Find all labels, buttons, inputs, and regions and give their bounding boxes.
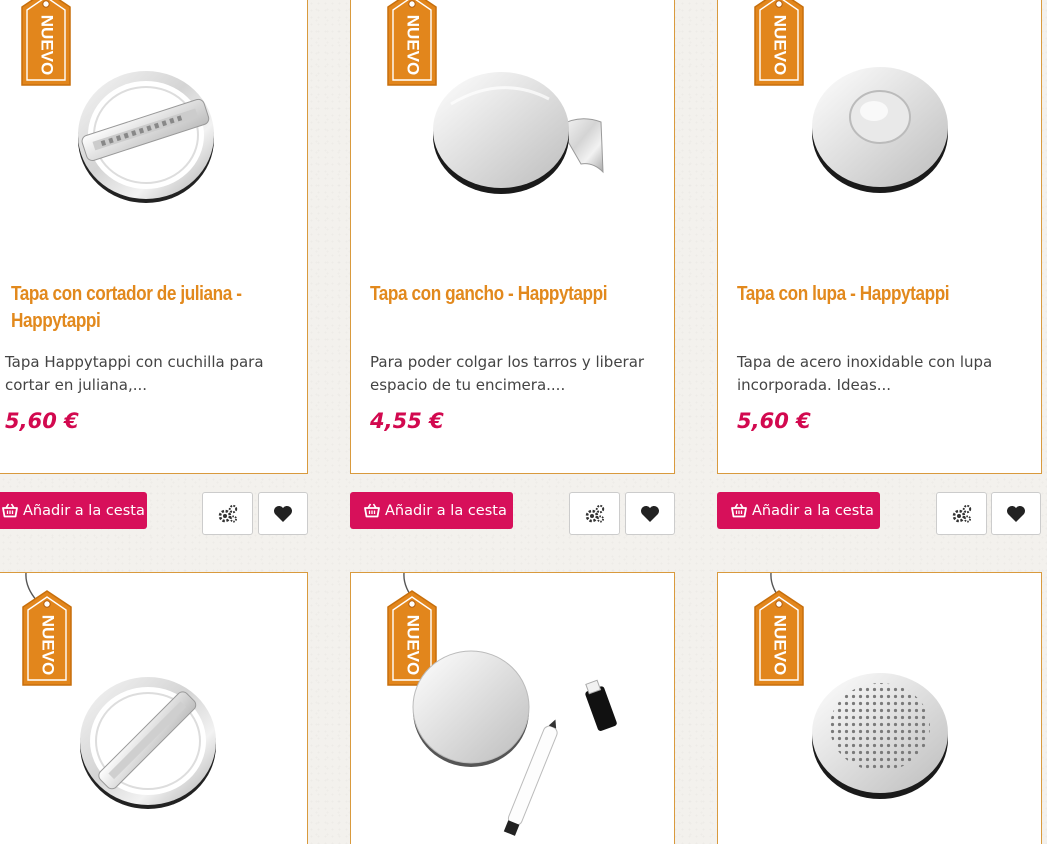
product-title-line[interactable]: Happytappi: [11, 308, 303, 335]
product-description: Tapa de acero inoxidable con lupa incorp…: [737, 351, 1029, 397]
product-image: [812, 673, 948, 799]
new-badge-label: NUEVO: [39, 615, 58, 675]
product-title-line[interactable]: Tapa con lupa - Happytappi: [737, 281, 1029, 308]
heart-icon: [1007, 505, 1025, 522]
new-badge: NUEVO: [754, 0, 804, 86]
add-to-cart-label: Añadir a la cesta: [23, 502, 145, 519]
description-line: cortar en juliana,...: [5, 376, 148, 394]
compare-button[interactable]: [202, 492, 253, 535]
product-title[interactable]: Tapa con gancho - Happytappi: [370, 281, 662, 308]
add-to-cart-button[interactable]: Añadir a la cesta: [717, 492, 880, 529]
add-to-cart-label: Añadir a la cesta: [752, 502, 874, 519]
description-line: Tapa Happytappi con cuchilla para: [5, 353, 264, 371]
basket-icon: [2, 503, 18, 518]
add-to-cart-button[interactable]: Añadir a la cesta: [350, 492, 513, 529]
add-to-cart-button[interactable]: Añadir a la cesta: [0, 492, 147, 529]
new-badge: NUEVO: [21, 0, 71, 86]
new-badge-label: NUEVO: [38, 15, 57, 75]
wishlist-button[interactable]: [258, 492, 308, 535]
product-image: [80, 677, 216, 809]
wishlist-button[interactable]: [625, 492, 675, 535]
product-title[interactable]: Tapa con lupa - Happytappi: [737, 281, 1029, 308]
product-image: [812, 67, 948, 193]
gears-icon: [952, 504, 971, 522]
product-card[interactable]: NUEVO Tapa con cortador de juliana - Hap…: [0, 0, 308, 474]
compare-button[interactable]: [936, 492, 987, 535]
wishlist-button[interactable]: [991, 492, 1041, 535]
product-title[interactable]: Tapa con cortador de juliana - Happytapp…: [11, 281, 303, 335]
gears-icon: [218, 504, 237, 522]
gears-icon: [585, 504, 604, 522]
description-line: Para poder colgar los tarros y liberar: [370, 353, 645, 371]
product-price: 5,60 €: [5, 409, 79, 433]
product-description: Tapa Happytappi con cuchilla para cortar…: [5, 351, 295, 397]
basket-icon: [364, 503, 380, 518]
product-card[interactable]: NUEVO: [717, 572, 1042, 844]
new-badge-label: NUEVO: [771, 615, 790, 675]
add-to-cart-label: Añadir a la cesta: [385, 502, 507, 519]
heart-icon: [274, 505, 292, 522]
heart-icon: [641, 505, 659, 522]
product-image: [412, 650, 617, 836]
new-badge-label: NUEVO: [771, 15, 790, 75]
product-card[interactable]: NUEVO Tapa con gancho - Happytappi Para …: [350, 0, 675, 474]
product-card[interactable]: NUEVO: [350, 572, 675, 844]
new-badge: NUEVO: [22, 590, 72, 686]
product-card[interactable]: NUEVO: [0, 572, 308, 844]
product-image: [78, 71, 214, 203]
basket-icon: [731, 503, 747, 518]
product-title-line[interactable]: Tapa con cortador de juliana -: [11, 281, 303, 308]
product-image: [433, 72, 604, 194]
product-price: 4,55 €: [370, 409, 444, 433]
compare-button[interactable]: [569, 492, 620, 535]
product-description: Para poder colgar los tarros y liberar e…: [370, 351, 662, 397]
product-card[interactable]: NUEVO Tapa con lupa - Happytappi Tapa de…: [717, 0, 1042, 474]
product-price: 5,60 €: [737, 409, 811, 433]
description-line: incorporada. Ideas...: [737, 376, 892, 394]
description-line: espacio de tu encimera....: [370, 376, 566, 394]
new-badge-label: NUEVO: [404, 15, 423, 75]
new-badge: NUEVO: [754, 590, 804, 686]
description-line: Tapa de acero inoxidable con lupa: [737, 353, 993, 371]
product-title-line[interactable]: Tapa con gancho - Happytappi: [370, 281, 662, 308]
